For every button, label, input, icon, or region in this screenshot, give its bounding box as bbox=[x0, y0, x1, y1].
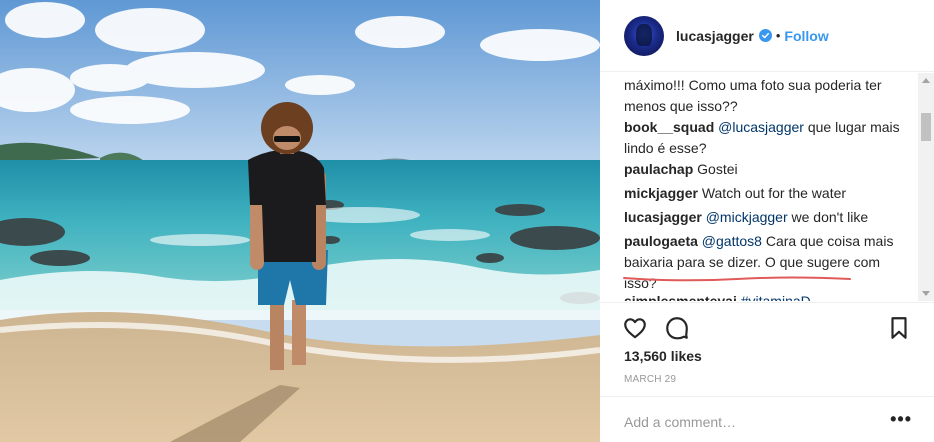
comment-hashtag[interactable]: #vitaminaD bbox=[741, 293, 811, 301]
comment-item: simplesmenteyai #vitaminaD bbox=[624, 291, 914, 301]
comment-username[interactable]: paulachap bbox=[624, 161, 693, 177]
post-header: lucasjagger • Follow bbox=[600, 0, 934, 72]
separator-dot: • bbox=[775, 28, 781, 43]
comment-item: paulogaeta @gattos8 Cara que coisa mais … bbox=[624, 231, 914, 294]
comment-item: paulachap Gostei bbox=[624, 159, 914, 180]
comment-item: lucasjagger @mickjagger we don't like bbox=[624, 207, 914, 228]
comment-username[interactable]: mickjagger bbox=[624, 185, 698, 201]
more-options-button[interactable]: ••• bbox=[890, 409, 912, 430]
comment-username[interactable]: book__squad bbox=[624, 119, 714, 135]
follow-button[interactable]: Follow bbox=[784, 28, 828, 44]
comment-item: book__squad @lucasjagger que lugar mais … bbox=[624, 117, 914, 159]
post-actions bbox=[600, 302, 934, 348]
add-comment-section: Add a comment… ••• bbox=[600, 396, 934, 442]
avatar[interactable] bbox=[624, 15, 664, 56]
highlight-underline bbox=[623, 276, 851, 282]
comment-username[interactable]: lucasjagger bbox=[624, 209, 702, 225]
comment-text: máximo!!! Como uma foto sua poderia ter … bbox=[624, 77, 882, 114]
verified-badge-icon bbox=[758, 29, 772, 42]
comment-username[interactable]: simplesmenteyai bbox=[624, 293, 737, 301]
heart-icon[interactable] bbox=[622, 315, 648, 341]
beach-photo-illustration bbox=[0, 0, 600, 442]
comment-mention[interactable]: @mickjagger bbox=[706, 209, 788, 225]
scrollbar-thumb[interactable] bbox=[921, 113, 931, 141]
post-date: MARCH 29 bbox=[624, 374, 677, 385]
comment-item: máximo!!! Como uma foto sua poderia ter … bbox=[624, 75, 914, 117]
scroll-down-arrow-icon[interactable] bbox=[922, 291, 930, 296]
scroll-up-arrow-icon[interactable] bbox=[922, 78, 930, 83]
comment-mention[interactable]: @lucasjagger bbox=[718, 119, 804, 135]
comment-text: we don't like bbox=[787, 209, 869, 225]
username-link[interactable]: lucasjagger bbox=[676, 28, 754, 44]
comment-username[interactable]: paulogaeta bbox=[624, 233, 698, 249]
post-photo[interactable] bbox=[0, 0, 600, 442]
comment-bubble-icon[interactable] bbox=[664, 315, 690, 341]
comments-list[interactable]: máximo!!! Como uma foto sua poderia ter … bbox=[600, 73, 934, 301]
comment-mention[interactable]: @gattos8 bbox=[702, 233, 762, 249]
bookmark-icon[interactable] bbox=[886, 315, 912, 341]
likes-count[interactable]: 13,560 likes bbox=[624, 348, 702, 364]
post-details-panel: lucasjagger • Follow máximo!!! Como uma … bbox=[600, 0, 934, 442]
comment-item: mickjagger Watch out for the water bbox=[624, 183, 914, 204]
comment-text: Watch out for the water bbox=[697, 185, 847, 201]
comment-input[interactable]: Add a comment… bbox=[624, 414, 736, 430]
comments-scrollbar[interactable] bbox=[918, 73, 934, 301]
comment-text: Gostei bbox=[693, 161, 738, 177]
